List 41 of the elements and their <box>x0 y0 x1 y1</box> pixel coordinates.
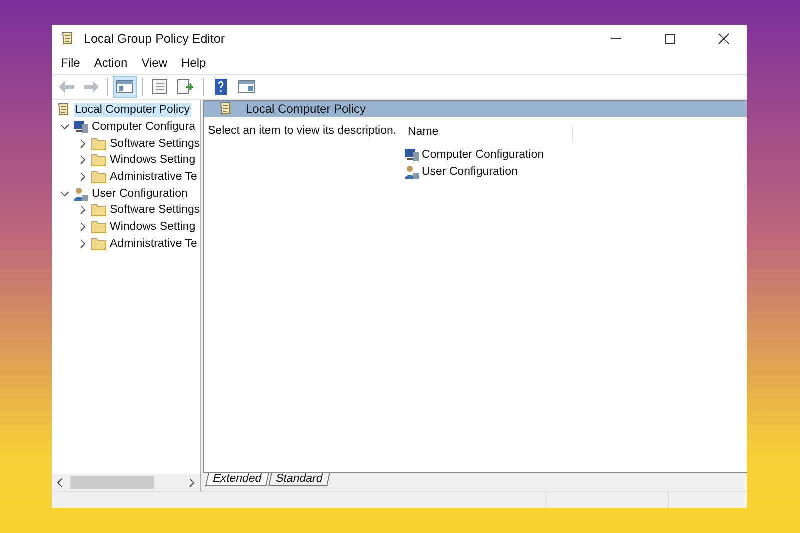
tree-item[interactable]: Software Settings <box>109 136 200 151</box>
menu-item[interactable]: Help <box>174 54 214 72</box>
chevron-right-icon[interactable] <box>78 222 88 232</box>
scrollbar-thumb[interactable] <box>70 476 154 489</box>
view-tab[interactable]: Standard <box>268 473 330 486</box>
tree-item[interactable]: Windows Setting <box>109 220 197 234</box>
list-item[interactable]: Computer Configuration <box>422 148 544 160</box>
tree-item[interactable]: Administrative Te <box>109 170 198 184</box>
folder-icon <box>91 236 107 251</box>
folder-icon <box>91 153 107 168</box>
user-icon <box>73 186 89 202</box>
chevron-right-icon[interactable] <box>78 138 88 149</box>
computer-icon <box>404 146 420 162</box>
folder-icon <box>91 170 107 184</box>
pane-title: Local Computer Policy <box>246 102 366 116</box>
window-title: Local Group Policy Editor <box>84 32 226 46</box>
pane-icon[interactable] <box>113 76 137 98</box>
menu-item[interactable]: View <box>134 54 174 72</box>
folder-icon <box>91 203 107 218</box>
tree-item[interactable]: Local Computer Policy <box>74 103 192 118</box>
user-icon <box>404 164 420 180</box>
tree-item[interactable]: User Configuration <box>91 186 189 201</box>
column-header[interactable]: Name <box>404 125 573 143</box>
chevron-right-icon[interactable] <box>78 205 88 216</box>
tree-item[interactable]: Computer Configura <box>91 120 197 134</box>
chevron-right-icon[interactable] <box>78 172 88 182</box>
tree-item[interactable]: Software Settings <box>109 203 200 218</box>
menu-item[interactable]: File <box>54 54 88 72</box>
chevron-right-icon[interactable] <box>78 155 88 166</box>
view-tab[interactable]: Extended <box>206 473 269 486</box>
tree-item[interactable]: Windows Setting <box>109 153 197 168</box>
tree-item[interactable]: Administrative Te <box>109 236 198 251</box>
menu-item[interactable]: Action <box>87 54 135 72</box>
computer-icon <box>73 119 89 136</box>
description-text: Select an item to view its description. <box>207 125 398 139</box>
chevron-right-icon[interactable] <box>78 238 88 249</box>
chevron-down-icon[interactable] <box>60 122 70 132</box>
list-item[interactable]: User Configuration <box>422 166 518 178</box>
chevron-down-icon[interactable] <box>60 188 70 199</box>
folder-icon <box>91 136 107 151</box>
folder-icon <box>91 220 107 234</box>
